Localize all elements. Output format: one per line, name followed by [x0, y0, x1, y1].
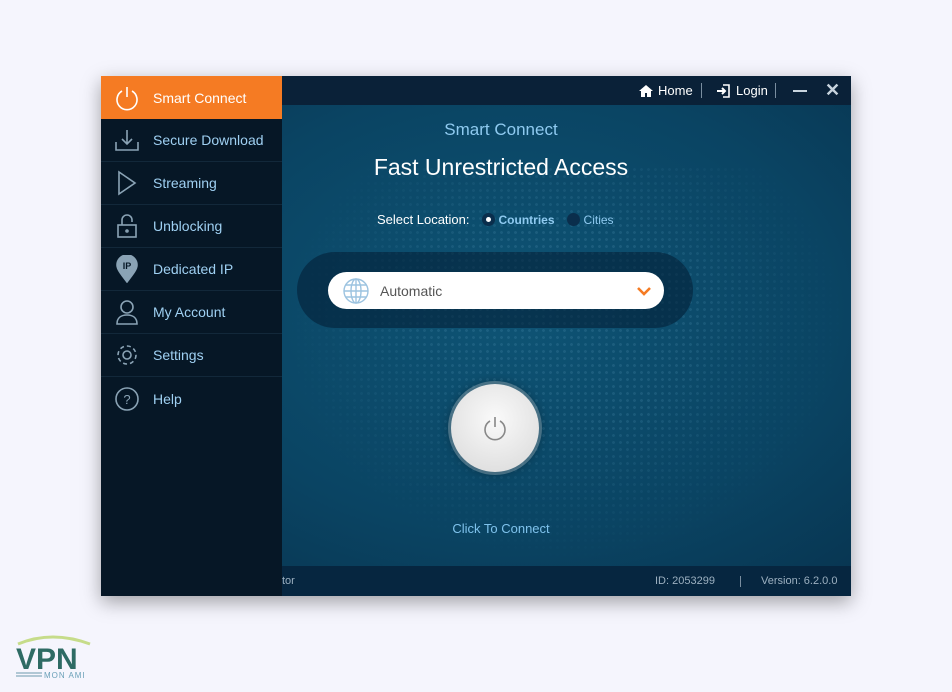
vpn-app-window: Home Login ✕ Smart Connect Secure Downlo… — [101, 76, 851, 596]
power-icon — [484, 417, 506, 441]
svg-text:IP: IP — [123, 261, 132, 271]
download-icon — [101, 128, 153, 152]
sidebar-menu: Smart Connect Secure Download Streaming … — [101, 76, 282, 596]
sidebar-item-label: Secure Download — [153, 132, 264, 148]
page-title: Fast Unrestricted Access — [373, 154, 629, 180]
sidebar-item-label: Streaming — [153, 175, 217, 191]
sidebar-item-help[interactable]: ? Help — [101, 377, 282, 420]
radio-selected-icon — [481, 213, 495, 226]
home-link[interactable]: Home — [639, 76, 693, 105]
sidebar-item-streaming[interactable]: Streaming — [101, 162, 282, 205]
radio-label: Countries — [498, 212, 555, 227]
sidebar-item-label: My Account — [153, 304, 226, 320]
divider — [701, 83, 702, 98]
lock-icon — [101, 213, 153, 239]
globe-icon — [343, 277, 369, 304]
sidebar-item-label: Smart Connect — [153, 89, 247, 106]
minimize-button[interactable] — [793, 76, 807, 105]
home-icon — [639, 84, 653, 97]
click-to-connect-link[interactable]: Click To Connect — [282, 521, 720, 536]
home-label: Home — [658, 83, 693, 98]
close-icon: ✕ — [825, 80, 841, 100]
vpn-mon-ami-logo: VPN MON AMI — [12, 632, 94, 685]
radio-countries[interactable]: Countries — [481, 212, 555, 227]
select-location-label: Select Location: — [377, 212, 470, 227]
location-value: Automatic — [380, 282, 443, 299]
login-label: Login — [736, 83, 768, 98]
sidebar-item-smart-connect[interactable]: Smart Connect — [101, 76, 282, 119]
close-button[interactable]: ✕ — [825, 76, 840, 105]
divider — [740, 576, 741, 587]
login-icon — [717, 83, 730, 98]
radio-cities[interactable]: Cities — [566, 212, 614, 227]
sidebar-item-label: Unblocking — [153, 218, 223, 234]
user-id: ID: 2053299 — [655, 575, 715, 587]
sidebar-item-my-account[interactable]: My Account — [101, 291, 282, 334]
sidebar-item-secure-download[interactable]: Secure Download — [101, 119, 282, 162]
sidebar-item-label: Dedicated IP — [153, 261, 234, 277]
sidebar-item-unblocking[interactable]: Unblocking — [101, 205, 282, 248]
sidebar-item-settings[interactable]: Settings — [101, 334, 282, 377]
divider — [775, 83, 776, 98]
sidebar-item-dedicated-ip[interactable]: IP Dedicated IP — [101, 248, 282, 291]
connect-power-button[interactable] — [451, 384, 539, 472]
svg-text:?: ? — [123, 392, 130, 407]
power-icon — [101, 85, 153, 111]
gear-icon — [101, 342, 153, 368]
location-type-selector: Select Location: Countries Cities — [377, 212, 614, 227]
radio-label: Cities — [583, 212, 614, 227]
page-subtitle: Smart Connect — [444, 120, 558, 139]
sidebar-item-label: Settings — [153, 347, 204, 363]
help-icon: ? — [101, 386, 153, 412]
radio-unselected-icon — [566, 213, 580, 226]
login-link[interactable]: Login — [716, 76, 768, 105]
ip-pin-icon: IP — [101, 255, 153, 283]
play-icon — [101, 170, 153, 196]
svg-text:MON AMI: MON AMI — [44, 671, 86, 680]
footer-text: tor — [282, 575, 295, 587]
chevron-down-icon — [637, 286, 651, 296]
user-icon — [101, 299, 153, 325]
sidebar-item-label: Help — [153, 390, 182, 407]
app-version: Version: 6.2.0.0 — [761, 575, 838, 587]
minimize-icon — [793, 89, 807, 92]
location-dropdown[interactable]: Automatic — [328, 272, 664, 309]
